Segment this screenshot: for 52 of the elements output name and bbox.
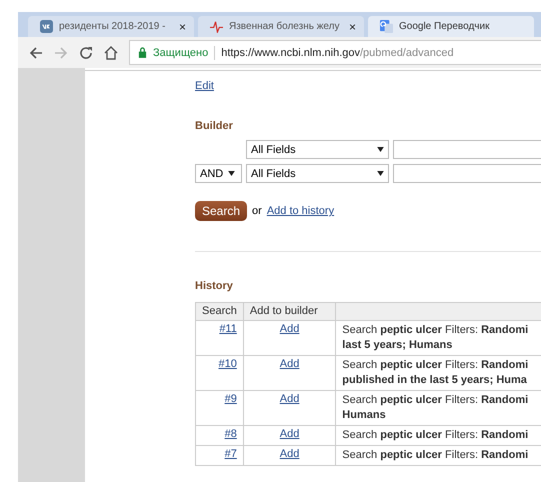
search-number-link[interactable]: #8: [224, 428, 237, 440]
tab-close-button[interactable]: ×: [178, 20, 186, 34]
add-link[interactable]: Add: [280, 358, 300, 370]
url-text: https://www.ncbi.nlm.nih.gov/pubmed/advanced: [221, 46, 454, 58]
query-text: Search peptic ulcer Filters: Randomi: [342, 428, 530, 443]
term-input[interactable]: [393, 164, 541, 183]
query-text: published in the last 5 years; Huma: [342, 373, 528, 388]
browser-tab[interactable]: Google Переводчик: [368, 16, 534, 37]
home-icon[interactable]: [104, 46, 118, 60]
tab-title: Google Переводчик: [399, 21, 490, 32]
browser-tab[interactable]: Язвенная болезнь желу ×: [198, 16, 364, 37]
query-text: Search peptic ulcer Filters: Randomi: [342, 323, 530, 338]
query-text: Humans: [342, 408, 387, 423]
lock-icon: [138, 47, 147, 58]
column-header: Add to builder: [243, 302, 336, 320]
column-header: Search: [196, 302, 244, 320]
search-number-link[interactable]: #11: [219, 323, 237, 335]
add-link[interactable]: Add: [280, 448, 300, 460]
field-select[interactable]: All Fields: [246, 164, 389, 183]
search-button[interactable]: Search: [195, 201, 248, 221]
search-number-link[interactable]: #9: [224, 393, 237, 405]
query-text: Search peptic ulcer Filters: Randomi: [342, 358, 530, 373]
query-text: last 5 years; Humans: [342, 338, 454, 353]
edit-link[interactable]: Edit: [195, 80, 214, 92]
search-number-link[interactable]: #7: [224, 448, 237, 460]
security-label: Защищено: [153, 46, 208, 58]
query-text: Search peptic ulcer Filters: Randomi: [342, 393, 530, 408]
tab-close-button[interactable]: ×: [348, 20, 356, 34]
address-bar[interactable]: Защищено https://www.ncbi.nlm.nih.gov/pubmed/advanced: [129, 40, 541, 65]
tab-title: Язвенная болезнь желу: [229, 21, 340, 32]
query-text: Search peptic ulcer Filters: Randomi: [342, 448, 530, 463]
back-icon[interactable]: [29, 46, 43, 60]
caret-icon: [377, 171, 384, 176]
pulse-icon: [210, 20, 223, 33]
vk-icon: [40, 20, 53, 33]
history-heading: History: [195, 280, 234, 292]
add-link[interactable]: Add: [280, 393, 300, 405]
search-number-link[interactable]: #10: [218, 358, 237, 370]
browser-tab[interactable]: резиденты 2018-2019 - ×: [28, 16, 194, 37]
translate-icon: [380, 20, 393, 33]
add-link[interactable]: Add: [280, 323, 300, 335]
caret-icon: [377, 147, 384, 152]
or-text: or: [252, 205, 262, 217]
term-input[interactable]: [393, 140, 541, 159]
add-to-history-link[interactable]: Add to history: [266, 205, 334, 217]
operator-select[interactable]: AND: [195, 164, 242, 183]
reload-icon[interactable]: [79, 46, 93, 60]
caret-icon: [228, 171, 236, 176]
tab-title: резиденты 2018-2019 -: [59, 21, 166, 32]
field-select[interactable]: All Fields: [246, 140, 389, 159]
add-link[interactable]: Add: [280, 428, 300, 440]
builder-heading: Builder: [195, 120, 234, 132]
